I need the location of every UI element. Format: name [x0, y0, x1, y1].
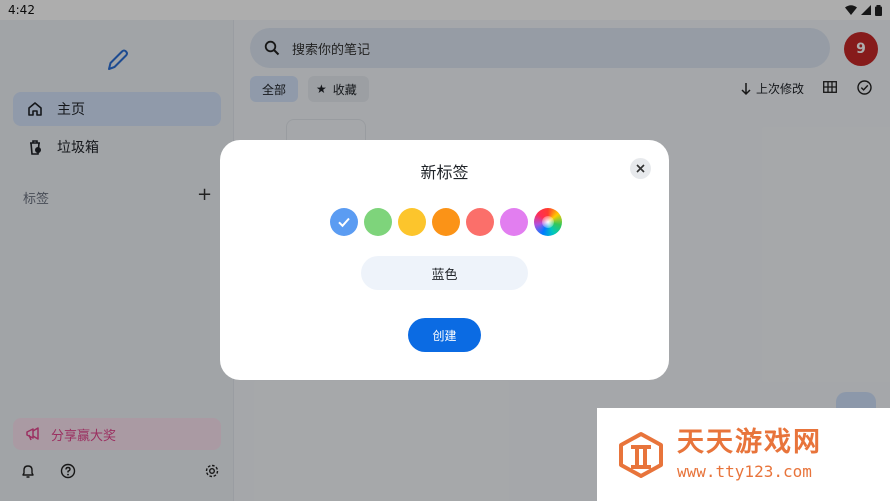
color-swatch-green[interactable] — [364, 208, 392, 236]
color-swatch-red[interactable] — [466, 208, 494, 236]
color-swatch-yellow[interactable] — [398, 208, 426, 236]
close-button[interactable] — [630, 158, 651, 179]
color-swatch-blue[interactable] — [330, 208, 358, 236]
watermark-title: 天天游戏网 — [677, 427, 822, 458]
create-button[interactable]: 创建 — [408, 318, 481, 352]
color-swatch-purple[interactable] — [500, 208, 528, 236]
color-swatch-orange[interactable] — [432, 208, 460, 236]
watermark-logo-icon — [619, 431, 663, 478]
watermark: 天天游戏网 www.tty123.com — [597, 408, 890, 501]
check-icon — [338, 217, 350, 228]
dialog-title: 新标签 — [420, 163, 469, 182]
close-icon — [636, 164, 645, 173]
color-swatch-custom[interactable] — [534, 208, 562, 236]
watermark-url: www.tty123.com — [677, 462, 812, 481]
tag-name-field[interactable] — [361, 256, 528, 290]
color-swatch-row — [330, 208, 562, 236]
new-tag-dialog: 新标签 创建 — [220, 140, 669, 380]
